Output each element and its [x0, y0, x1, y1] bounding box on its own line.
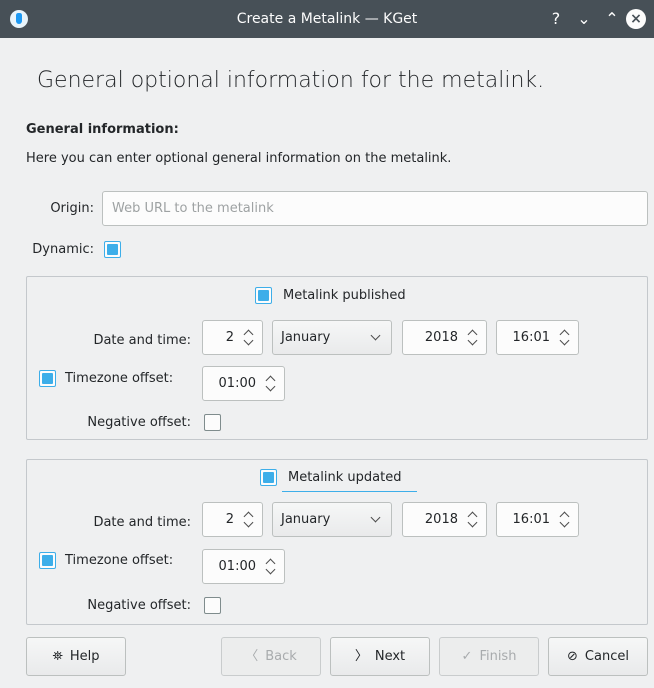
published-time-value: 16:01 [512, 330, 550, 345]
origin-input[interactable]: Web URL to the metalink [102, 191, 648, 226]
published-negative-label: Negative offset: [87, 415, 191, 430]
origin-placeholder: Web URL to the metalink [112, 201, 274, 216]
section-title: General information: [26, 122, 179, 137]
cancel-button[interactable]: ⊘ Cancel [548, 637, 648, 676]
published-date-label: Date and time: [93, 333, 191, 348]
chevron-left-icon: 〈 [245, 649, 259, 664]
published-month-value: January [281, 330, 331, 345]
finish-button[interactable]: ✓ Finish [439, 637, 539, 676]
wizard-page: General optional information for the met… [0, 38, 654, 688]
section-description: Here you can enter optional general info… [26, 151, 452, 166]
published-year-spinbox[interactable]: 2018 [402, 320, 487, 355]
page-heading: General optional information for the met… [37, 68, 545, 93]
updated-negative-checkbox[interactable] [204, 597, 221, 614]
published-timezone-checkbox[interactable] [39, 370, 56, 387]
published-month-combobox[interactable]: January [272, 320, 392, 355]
updated-time-spinbox[interactable]: 16:01 [496, 502, 579, 537]
maximize-button[interactable]: ⌃ [602, 9, 622, 29]
spin-arrows-icon[interactable] [466, 510, 480, 530]
updated-group: Metalink updated Date and time: 2 Januar… [26, 459, 648, 625]
focus-underline [282, 491, 417, 492]
updated-year-value: 2018 [424, 512, 458, 527]
updated-timezone-value: 01:00 [218, 559, 256, 574]
spin-arrows-icon[interactable] [264, 374, 278, 394]
updated-time-value: 16:01 [512, 512, 550, 527]
published-day-spinbox[interactable]: 2 [202, 320, 263, 355]
back-button-label: Back [265, 649, 297, 664]
close-button[interactable]: × [626, 9, 646, 29]
spin-arrows-icon[interactable] [558, 328, 572, 348]
help-button-label: Help [69, 649, 100, 664]
next-button[interactable]: 〉 Next [330, 637, 430, 676]
window-titlebar[interactable]: Create a Metalink — KGet ? ⌄ ⌃ × [0, 0, 654, 38]
spin-arrows-icon[interactable] [558, 510, 572, 530]
spin-arrows-icon[interactable] [466, 328, 480, 348]
published-timezone-label: Timezone offset: [65, 371, 174, 386]
published-day-value: 2 [225, 330, 234, 345]
updated-title: Metalink updated [288, 470, 402, 485]
dynamic-label: Dynamic: [32, 242, 94, 257]
updated-month-value: January [281, 512, 331, 527]
updated-timezone-label: Timezone offset: [65, 553, 174, 568]
finish-button-label: Finish [479, 649, 517, 664]
back-button[interactable]: 〈 Back [221, 637, 321, 676]
updated-year-spinbox[interactable]: 2018 [402, 502, 487, 537]
next-button-label: Next [374, 649, 406, 664]
help-button[interactable]: ⛯ Help [26, 637, 126, 676]
updated-negative-label: Negative offset: [87, 598, 191, 613]
chevron-down-icon [370, 330, 381, 341]
chevron-down-icon [370, 512, 381, 523]
updated-day-spinbox[interactable]: 2 [202, 502, 263, 537]
published-timezone-spinbox[interactable]: 01:00 [202, 366, 285, 401]
published-year-value: 2018 [424, 330, 458, 345]
spin-arrows-icon[interactable] [242, 328, 256, 348]
updated-checkbox[interactable] [260, 469, 277, 486]
updated-day-value: 2 [225, 512, 234, 527]
spin-arrows-icon[interactable] [264, 557, 278, 577]
help-icon: ⛯ [52, 649, 63, 664]
help-title-button[interactable]: ? [546, 9, 566, 29]
chevron-right-icon: 〉 [354, 649, 368, 664]
dynamic-checkbox[interactable] [104, 241, 121, 258]
updated-month-combobox[interactable]: January [272, 502, 392, 537]
published-negative-checkbox[interactable] [204, 414, 221, 431]
published-checkbox[interactable] [255, 287, 272, 304]
updated-timezone-spinbox[interactable]: 01:00 [202, 549, 285, 584]
updated-timezone-checkbox[interactable] [39, 552, 56, 569]
published-time-spinbox[interactable]: 16:01 [496, 320, 579, 355]
spin-arrows-icon[interactable] [242, 510, 256, 530]
cancel-icon: ⊘ [567, 649, 578, 664]
check-icon: ✓ [461, 649, 473, 664]
published-group: Metalink published Date and time: 2 Janu… [26, 276, 648, 440]
origin-label: Origin: [50, 201, 94, 216]
published-title: Metalink published [283, 288, 406, 303]
published-timezone-value: 01:00 [218, 376, 256, 391]
minimize-button[interactable]: ⌄ [574, 9, 594, 29]
cancel-button-label: Cancel [584, 649, 629, 664]
updated-date-label: Date and time: [93, 515, 191, 530]
